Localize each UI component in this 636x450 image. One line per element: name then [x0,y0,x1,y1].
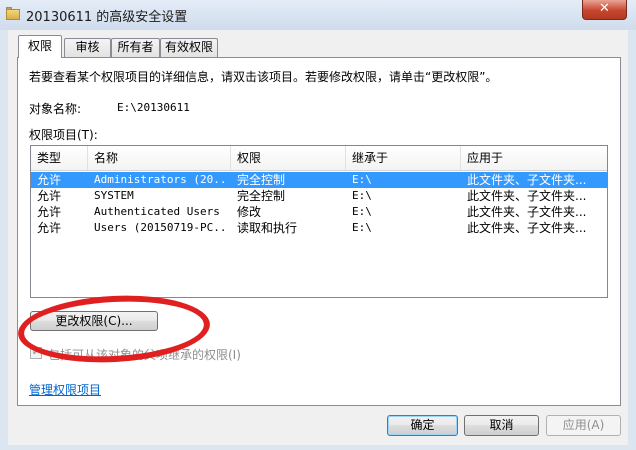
row-name: SYSTEM [94,189,134,202]
tab-owner[interactable]: 所有者 [111,38,160,57]
row-permission: 修改 [237,205,262,219]
tab-permissions[interactable]: 权限 [18,35,62,58]
column-permission[interactable]: 权限 [231,146,346,170]
list-item[interactable]: 允许 SYSTEM 完全控制 E:\ 此文件夹、子文件夹... [31,188,607,204]
row-inherited-from: E:\ [352,189,372,202]
instruction-text: 若要查看某个权限项目的详细信息，请双击该项目。若要修改权限，请单击“更改权限”。 [29,70,498,84]
row-applies-to: 此文件夹、子文件夹... [467,173,587,187]
folder-icon [6,7,20,20]
row-applies-to: 此文件夹、子文件夹... [467,221,587,235]
column-inherited-from[interactable]: 继承于 [346,146,461,170]
window-title: 20130611 的高级安全设置 [26,10,188,25]
object-name-label: 对象名称: [29,102,82,116]
row-name: Users (20150719-PC... [94,221,228,234]
list-item[interactable]: 允许 Users (20150719-PC... 读取和执行 E:\ 此文件夹、… [31,220,607,236]
ok-button[interactable]: 确定 [387,415,458,436]
row-type: 允许 [37,221,62,235]
manage-permission-entries-link[interactable]: 管理权限项目 [29,381,101,398]
cancel-button[interactable]: 取消 [464,415,539,436]
title-bar: 20130611 的高级安全设置 ✕ [0,0,636,30]
close-button[interactable]: ✕ [582,0,627,20]
row-applies-to: 此文件夹、子文件夹... [467,189,587,203]
row-type: 允许 [37,205,62,219]
column-applies-to[interactable]: 应用于 [461,146,607,170]
row-applies-to: 此文件夹、子文件夹... [467,205,587,219]
row-permission: 读取和执行 [237,221,298,235]
permission-entries-label: 权限项目(T): [29,128,98,142]
permission-entries-list[interactable]: 类型 名称 权限 继承于 应用于 允许 Administrators (20..… [30,145,608,298]
apply-button[interactable]: 应用(A) [546,415,621,436]
row-name: Authenticated Users [94,205,220,218]
column-type[interactable]: 类型 [31,146,88,170]
object-name-value: E:\20130611 [117,101,190,114]
tab-auditing[interactable]: 审核 [64,38,111,57]
row-inherited-from: E:\ [352,205,372,218]
row-inherited-from: E:\ [352,173,372,186]
list-item[interactable]: 允许 Administrators (20... 完全控制 E:\ 此文件夹、子… [31,172,607,188]
row-permission: 完全控制 [237,173,286,187]
row-type: 允许 [37,173,62,187]
list-item[interactable]: 允许 Authenticated Users 修改 E:\ 此文件夹、子文件夹.… [31,204,607,220]
row-inherited-from: E:\ [352,221,372,234]
tab-effective-permissions[interactable]: 有效权限 [160,38,218,57]
row-permission: 完全控制 [237,189,286,203]
list-header: 类型 名称 权限 继承于 应用于 [31,146,607,171]
column-name[interactable]: 名称 [88,146,231,170]
row-name: Administrators (20... [94,173,228,186]
row-type: 允许 [37,189,62,203]
